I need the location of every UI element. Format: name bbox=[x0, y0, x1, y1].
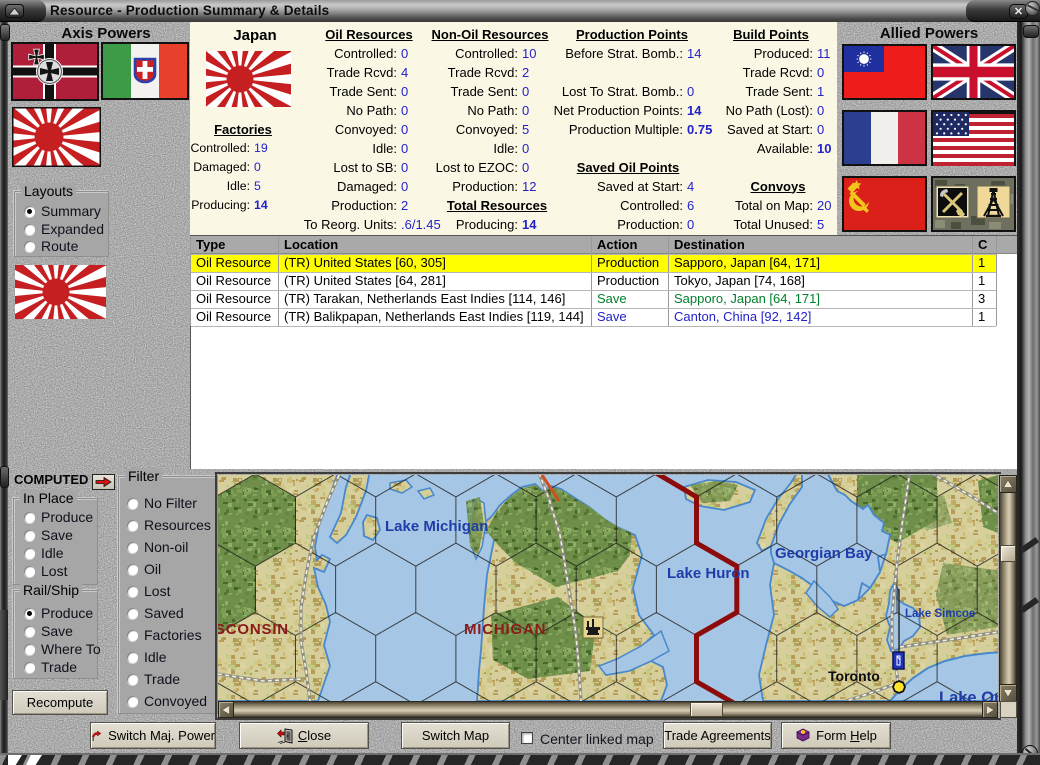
svg-text:SCONSIN: SCONSIN bbox=[218, 621, 289, 638]
svg-text:MICHIGAN: MICHIGAN bbox=[464, 621, 546, 638]
svg-text:Lake On: Lake On bbox=[939, 689, 998, 701]
svg-text:Lake Simcoe: Lake Simcoe bbox=[905, 608, 975, 620]
svg-text:Lake Huron: Lake Huron bbox=[667, 565, 750, 582]
svg-text:Georgian Bay: Georgian Bay bbox=[775, 545, 873, 562]
svg-text:Lake Michigan: Lake Michigan bbox=[385, 518, 488, 535]
svg-text:Toronto: Toronto bbox=[828, 668, 880, 684]
